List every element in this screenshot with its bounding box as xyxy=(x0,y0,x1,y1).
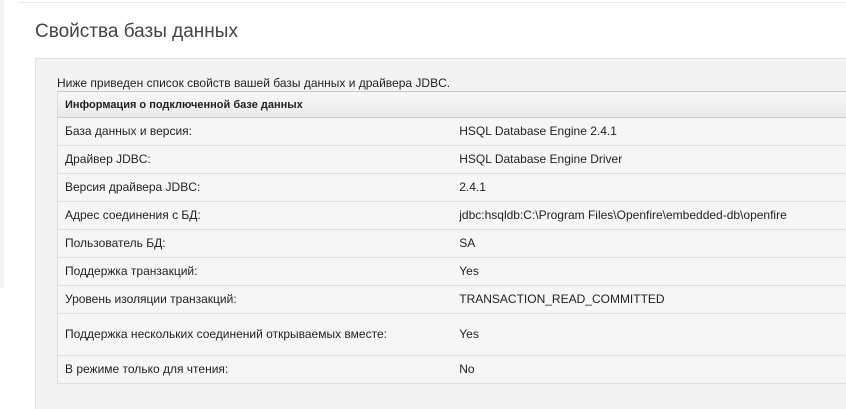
property-value: 2.4.1 xyxy=(452,173,846,202)
page-title: Свойства базы данных xyxy=(35,21,238,42)
property-value: No xyxy=(452,355,846,384)
property-label: Драйвер JDBC: xyxy=(57,145,453,174)
table-row: Поддержка нескольких соединений открывае… xyxy=(57,313,846,356)
property-label: Поддержка транзакций: xyxy=(57,257,453,286)
property-label: Адрес соединения с БД: xyxy=(57,201,453,230)
page-header: Свойства базы данных xyxy=(18,2,846,59)
table-row: Уровень изоляции транзакций: TRANSACTION… xyxy=(57,285,846,314)
property-value: HSQL Database Engine 2.4.1 xyxy=(452,117,846,146)
property-value: jdbc:hsqldb:C:\Program Files\Openfire\em… xyxy=(452,201,846,230)
database-properties-table: Информация о подключенной базе данных Ба… xyxy=(57,91,846,384)
table-row: База данных и версия: HSQL Database Engi… xyxy=(57,117,846,146)
property-label: В режиме только для чтения: xyxy=(57,355,453,384)
content-area: Ниже приведен список свойств вашей базы … xyxy=(35,58,846,409)
property-value: Yes xyxy=(452,313,846,356)
property-label: Версия драйвера JDBC: xyxy=(57,173,453,202)
table-row: Драйвер JDBC: HSQL Database Engine Drive… xyxy=(57,145,846,174)
table-row: Адрес соединения с БД: jdbc:hsqldb:C:\Pr… xyxy=(57,201,846,230)
property-value: TRANSACTION_READ_COMMITTED xyxy=(452,285,846,314)
property-value: Yes xyxy=(452,257,846,286)
table-row: Версия драйвера JDBC: 2.4.1 xyxy=(57,173,846,202)
property-value: HSQL Database Engine Driver xyxy=(452,145,846,174)
table-row: Поддержка транзакций: Yes xyxy=(57,257,846,286)
intro-text: Ниже приведен список свойств вашей базы … xyxy=(57,76,451,90)
table-header: Информация о подключенной базе данных xyxy=(57,91,846,118)
table-header-row: Информация о подключенной базе данных xyxy=(57,91,846,118)
property-label: Уровень изоляции транзакций: xyxy=(57,285,453,314)
property-label: Поддержка нескольких соединений открывае… xyxy=(57,313,453,356)
property-value: SA xyxy=(452,229,846,258)
property-label: Пользователь БД: xyxy=(57,229,453,258)
table-row: Пользователь БД: SA xyxy=(57,229,846,258)
property-label: База данных и версия: xyxy=(57,117,453,146)
table-row: В режиме только для чтения: No xyxy=(57,355,846,384)
sidebar-edge xyxy=(0,0,4,288)
